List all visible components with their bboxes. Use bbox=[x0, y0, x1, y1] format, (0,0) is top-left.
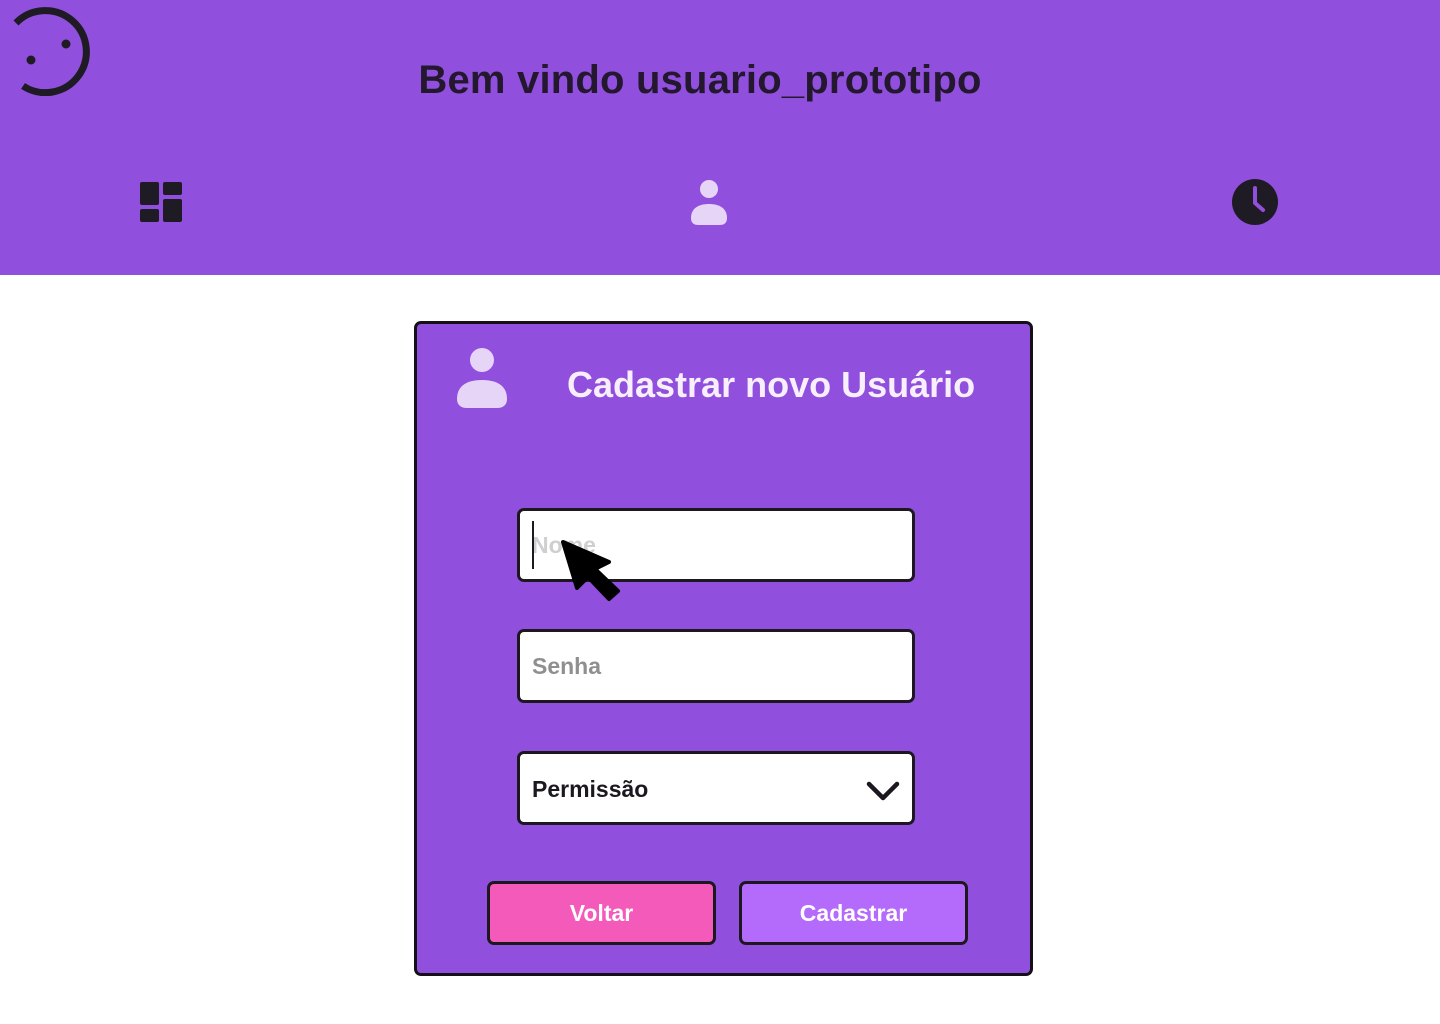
register-user-card: Cadastrar novo Usuário Permissão Voltar … bbox=[414, 321, 1033, 976]
back-button[interactable]: Voltar bbox=[487, 881, 716, 945]
top-header: Bem vindo usuario_prototipo bbox=[0, 0, 1440, 275]
chevron-down-icon bbox=[866, 781, 900, 801]
text-caret bbox=[532, 521, 534, 569]
user-icon bbox=[457, 348, 507, 408]
permission-select[interactable]: Permissão bbox=[517, 751, 915, 825]
permission-select-value: Permissão bbox=[532, 776, 649, 802]
dashboard-icon[interactable] bbox=[139, 181, 183, 223]
form-title: Cadastrar novo Usuário bbox=[567, 364, 976, 405]
clock-icon[interactable] bbox=[1230, 177, 1280, 227]
password-field[interactable] bbox=[517, 629, 915, 703]
register-button[interactable]: Cadastrar bbox=[739, 881, 968, 945]
name-field[interactable] bbox=[517, 508, 915, 582]
welcome-title: Bem vindo usuario_prototipo bbox=[418, 58, 982, 102]
user-icon[interactable] bbox=[689, 178, 729, 226]
password-input[interactable] bbox=[520, 632, 912, 700]
name-input[interactable] bbox=[520, 511, 912, 579]
